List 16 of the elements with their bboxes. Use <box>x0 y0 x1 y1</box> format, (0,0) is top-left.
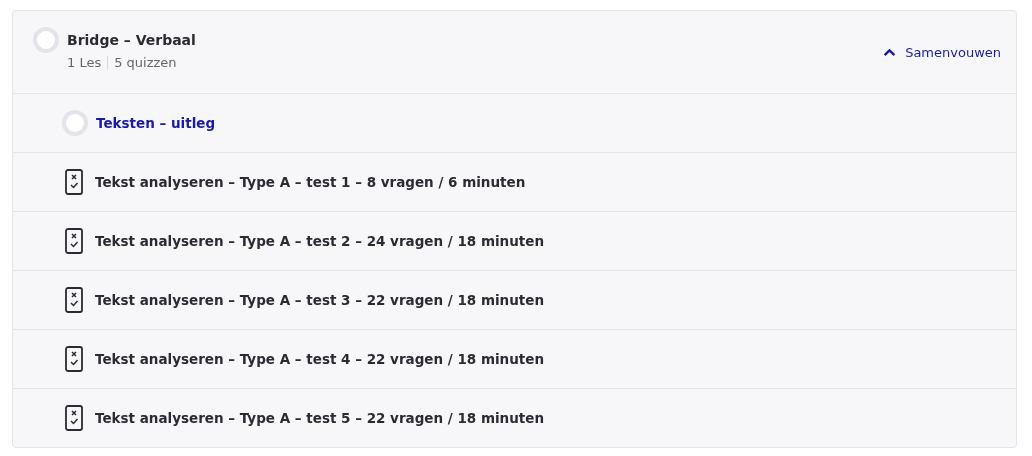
section-title: Bridge – Verbaal <box>67 32 197 48</box>
lesson-link[interactable]: Teksten – uitleg <box>96 115 216 131</box>
quiz-icon <box>65 169 83 195</box>
quiz-link[interactable]: Tekst analyseren – Type A – test 5 – 22 vragen / 18 minuten <box>95 410 545 426</box>
quiz-link[interactable]: Tekst analyseren – Type A – test 1 – 8 vragen / 6 minuten <box>95 174 526 190</box>
quiz-link[interactable]: Tekst analyseren – Type A – test 4 – 22 vragen / 18 minuten <box>95 351 545 367</box>
quiz-link[interactable]: Tekst analyseren – Type A – test 2 – 24 vragen / 18 minuten <box>95 233 545 249</box>
quiz-icon <box>65 228 83 254</box>
quiz-icon <box>65 346 83 372</box>
quiz-icon <box>65 405 83 431</box>
section-meta: 5 quizzen <box>114 55 177 70</box>
collapse-button[interactable]: Samenvouwen <box>883 44 1001 60</box>
section-meta: 1 Les <box>67 55 102 70</box>
quiz-icon <box>65 287 83 313</box>
quiz-link[interactable]: Tekst analyseren – Type A – test 3 – 22 vragen / 18 minuten <box>95 292 545 308</box>
caret-icon <box>883 47 897 57</box>
